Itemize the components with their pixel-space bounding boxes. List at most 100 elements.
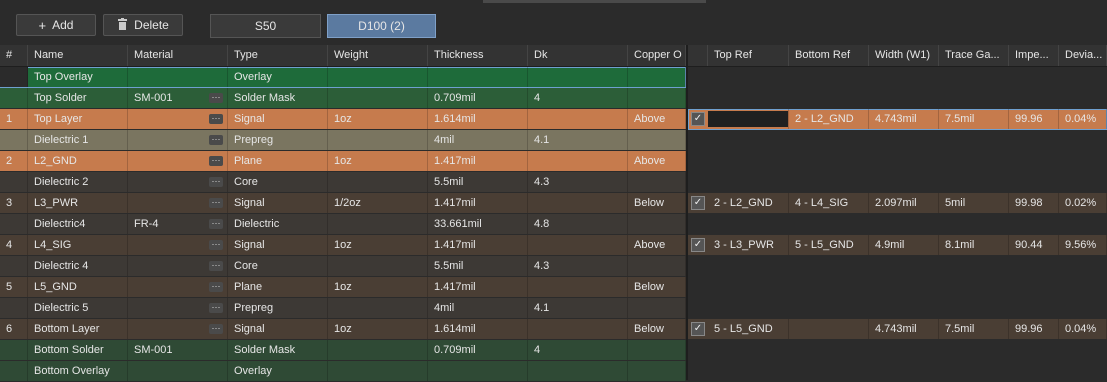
col-copper-orientation[interactable]: Copper O (628, 45, 686, 66)
cell-num[interactable] (0, 256, 28, 276)
cell-thickness[interactable]: 1.417mil (428, 151, 528, 171)
cell-copper[interactable] (628, 298, 686, 318)
cell-thickness[interactable]: 0.709mil (428, 88, 528, 108)
layer-row[interactable]: 2 L2_GND Plane 1oz 1.417mil Above ··· (0, 151, 686, 172)
material-browse-button[interactable]: ··· (209, 177, 223, 187)
cell-name[interactable]: Dielectric 2 (28, 172, 128, 192)
cell-num[interactable]: 4 (0, 235, 28, 255)
layer-row[interactable]: Top Solder SM-001 Solder Mask 0.709mil 4 ··· (0, 88, 686, 109)
cell-name[interactable]: Bottom Layer (28, 319, 128, 339)
row-checkbox[interactable]: ✓ (691, 322, 705, 336)
cell-thickness[interactable] (428, 361, 528, 381)
cell-imp[interactable]: 99.96 (1009, 109, 1059, 129)
cell-type[interactable]: Prepreg (228, 298, 328, 318)
cell-name[interactable]: Top Solder (28, 88, 128, 108)
cell-weight[interactable]: 1/2oz (328, 193, 428, 213)
layer-row[interactable]: Dielectric 1 Prepreg 4mil 4.1 ··· (0, 130, 686, 151)
cell-name[interactable]: Dielectric 4 (28, 256, 128, 276)
cell-material[interactable] (128, 361, 228, 381)
cell-thickness[interactable]: 0.709mil (428, 340, 528, 360)
cell-gap[interactable]: 7.5mil (939, 319, 1009, 339)
tab-s50[interactable]: S50 (210, 14, 321, 38)
cell-dk[interactable]: 4.8 (528, 214, 628, 234)
impedance-row[interactable]: ✓ 2 - L2_GND 4 - L4_SIG 2.097mil 5mil 99.98 0.… (688, 193, 1107, 214)
cell-num[interactable]: 2 (0, 151, 28, 171)
material-browse-button[interactable]: ··· (209, 240, 223, 250)
layer-row[interactable]: 4 L4_SIG Signal 1oz 1.417mil Above ··· (0, 235, 686, 256)
cell-dk[interactable] (528, 235, 628, 255)
cell-type[interactable]: Core (228, 172, 328, 192)
cell-type[interactable]: Signal (228, 193, 328, 213)
material-browse-button[interactable]: ··· (209, 282, 223, 292)
cell-thickness[interactable]: 5.5mil (428, 256, 528, 276)
cell-copper[interactable]: Above (628, 109, 686, 129)
cell-thickness[interactable]: 4mil (428, 298, 528, 318)
impedance-row[interactable]: ✓ 3 - L3_PWR 5 - L5_GND 4.9mil 8.1mil 90.44 9.… (688, 235, 1107, 256)
cell-num[interactable] (0, 172, 28, 192)
cell-bottom_ref[interactable]: 5 - L5_GND (789, 235, 869, 255)
col-dk[interactable]: Dk (528, 45, 628, 66)
cell-name[interactable]: Dielectric4 (28, 214, 128, 234)
col-width[interactable]: Width (W1) (869, 45, 939, 66)
cell-num[interactable]: 5 (0, 277, 28, 297)
material-browse-button[interactable]: ··· (209, 93, 223, 103)
col-top-ref[interactable]: Top Ref (708, 45, 789, 66)
row-checkbox[interactable]: ✓ (691, 238, 705, 252)
cell-dk[interactable]: 4.1 (528, 298, 628, 318)
cell-copper[interactable]: Below (628, 193, 686, 213)
cell-dk[interactable] (528, 109, 628, 129)
cell-type[interactable]: Signal (228, 109, 328, 129)
cell-name[interactable]: L4_SIG (28, 235, 128, 255)
cell-name[interactable]: Top Layer (28, 109, 128, 129)
material-browse-button[interactable]: ··· (209, 324, 223, 334)
cell-dk[interactable]: 4.3 (528, 256, 628, 276)
cell-copper[interactable] (628, 88, 686, 108)
cell-dev[interactable]: 9.56% (1059, 235, 1107, 255)
cell-imp[interactable]: 90.44 (1009, 235, 1059, 255)
cell-dk[interactable] (528, 277, 628, 297)
cell-thickness[interactable]: 1.417mil (428, 235, 528, 255)
cell-thickness[interactable]: 1.417mil (428, 193, 528, 213)
layer-row[interactable]: Top Overlay Overlay (0, 67, 686, 88)
cell-dev[interactable]: 0.04% (1059, 319, 1107, 339)
cell-weight[interactable] (328, 340, 428, 360)
layer-row[interactable]: Dielectric4 FR-4 Dielectric 33.661mil 4.8 ··· (0, 214, 686, 235)
cell-copper[interactable]: Below (628, 277, 686, 297)
cell-copper[interactable] (628, 361, 686, 381)
cell-type[interactable]: Dielectric (228, 214, 328, 234)
cell-weight[interactable] (328, 298, 428, 318)
cell-thickness[interactable]: 1.417mil (428, 277, 528, 297)
cell-name[interactable]: Top Overlay (28, 67, 128, 87)
cell-top_ref[interactable]: 2 - L2_GND (708, 193, 789, 213)
cell-type[interactable]: Core (228, 256, 328, 276)
cell-thickness[interactable]: 1.614mil (428, 109, 528, 129)
cell-name[interactable]: L3_PWR (28, 193, 128, 213)
cell-copper[interactable] (628, 172, 686, 192)
cell-bottom_ref[interactable] (789, 319, 869, 339)
layer-row[interactable]: 3 L3_PWR Signal 1/2oz 1.417mil Below ··· (0, 193, 686, 214)
cell-num[interactable] (0, 298, 28, 318)
cell-top_ref[interactable]: 5 - L5_GND (708, 319, 789, 339)
cell-name[interactable]: Bottom Solder (28, 340, 128, 360)
cell-width[interactable]: 4.9mil (869, 235, 939, 255)
cell-top_ref[interactable] (708, 109, 789, 129)
cell-dev[interactable]: 0.04% (1059, 109, 1107, 129)
col-material[interactable]: Material (128, 45, 228, 66)
cell-bottom_ref[interactable]: 2 - L2_GND (789, 109, 869, 129)
cell-dk[interactable]: 4.3 (528, 172, 628, 192)
cell-thickness[interactable] (428, 67, 528, 87)
cell-num[interactable] (0, 361, 28, 381)
cell-weight[interactable]: 1oz (328, 277, 428, 297)
cell-type[interactable]: Solder Mask (228, 88, 328, 108)
cell-type[interactable]: Prepreg (228, 130, 328, 150)
cell-gap[interactable]: 5mil (939, 193, 1009, 213)
impedance-row[interactable]: ✓ 5 - L5_GND 4.743mil 7.5mil 99.96 0.04% (688, 319, 1107, 340)
tab-d100[interactable]: D100 (2) (327, 14, 436, 38)
cell-copper[interactable]: Above (628, 151, 686, 171)
cell-bottom_ref[interactable]: 4 - L4_SIG (789, 193, 869, 213)
cell-imp[interactable]: 99.96 (1009, 319, 1059, 339)
cell-weight[interactable] (328, 214, 428, 234)
cell-weight[interactable] (328, 172, 428, 192)
delete-button[interactable]: Delete (103, 14, 183, 36)
layer-row[interactable]: Bottom Overlay Overlay (0, 361, 686, 382)
